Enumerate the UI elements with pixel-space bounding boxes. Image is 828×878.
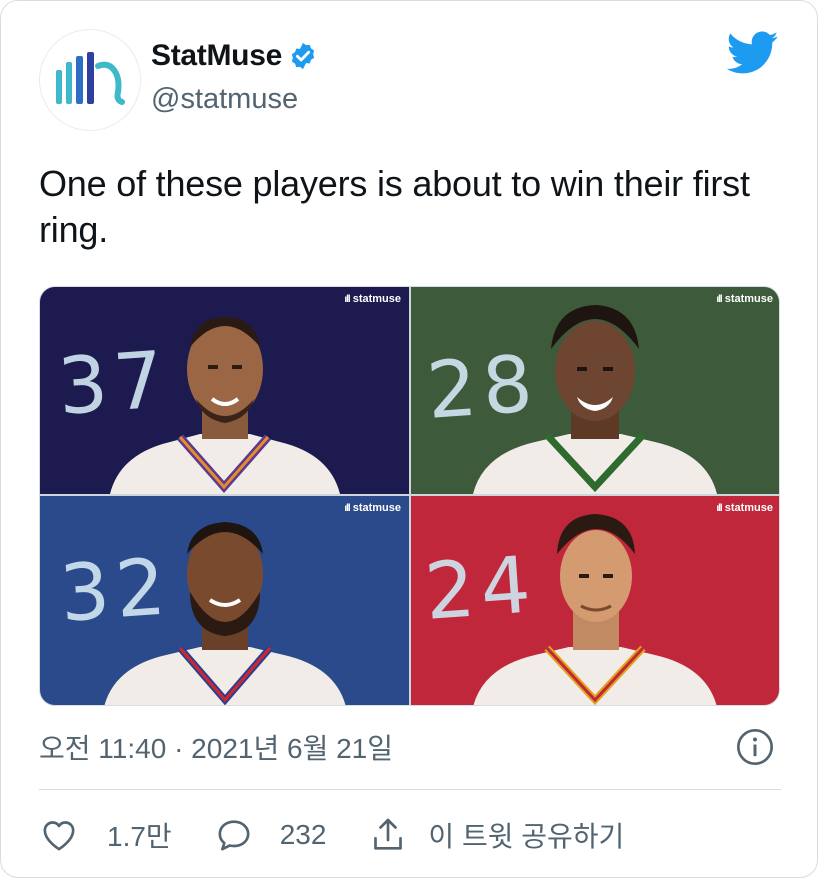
- statmuse-mini-logo-icon: ıll: [344, 293, 350, 305]
- statmuse-watermark: ıll statmuse: [344, 502, 401, 514]
- handwritten-number: 24: [421, 540, 540, 638]
- media-panel-1[interactable]: ıll statmuse 37: [40, 287, 409, 494]
- watermark-text: statmuse: [352, 502, 401, 514]
- media-panel-4[interactable]: ıll statmuse 24: [411, 496, 779, 705]
- handwritten-number: 28: [423, 339, 542, 437]
- twitter-bird-icon[interactable]: [727, 31, 779, 75]
- statmuse-mini-logo-icon: ıll: [716, 502, 722, 514]
- statmuse-watermark: ıll statmuse: [716, 502, 773, 514]
- author-handle[interactable]: @statmuse: [151, 83, 298, 116]
- tweet-card: StatMuse @statmuse One of these players …: [0, 0, 818, 878]
- media-panel-3[interactable]: ıll statmuse 32: [40, 496, 409, 705]
- watermark-text: statmuse: [724, 293, 773, 305]
- share-label: 이 트윗 공유하기: [428, 821, 625, 852]
- author-name-row: StatMuse: [151, 39, 318, 73]
- handwritten-number: 32: [56, 542, 175, 640]
- heart-icon: [43, 821, 75, 851]
- like-button[interactable]: 1.7만: [39, 815, 172, 855]
- statmuse-watermark: ıll statmuse: [344, 293, 401, 305]
- avatar[interactable]: [39, 29, 141, 131]
- statmuse-mini-logo-icon: ıll: [344, 502, 350, 514]
- verified-badge-icon: [291, 42, 315, 70]
- reply-bubble-icon: [218, 820, 250, 851]
- handwritten-number: 37: [54, 335, 173, 433]
- share-icon: [374, 818, 403, 850]
- reply-count: 232: [279, 819, 327, 850]
- info-icon[interactable]: [735, 727, 775, 767]
- tweet-timestamp[interactable]: 오전 11:40 · 2021년 6월 21일: [39, 727, 393, 767]
- statmuse-logo-icon: [56, 52, 125, 105]
- share-button[interactable]: 이 트윗 공유하기: [368, 815, 624, 855]
- reply-button[interactable]: 232: [214, 815, 327, 855]
- statmuse-mini-logo-icon: ıll: [716, 293, 722, 305]
- watermark-text: statmuse: [724, 502, 773, 514]
- statmuse-watermark: ıll statmuse: [716, 293, 773, 305]
- tweet-actions: 1.7만 232 이 트윗 공유하기: [39, 807, 666, 863]
- media-panel-2[interactable]: ıll statmuse 28: [411, 287, 779, 494]
- tweet-text: One of these players is about to win the…: [39, 163, 750, 250]
- display-name[interactable]: StatMuse: [151, 39, 282, 73]
- watermark-text: statmuse: [352, 293, 401, 305]
- tweet-media-grid[interactable]: ıll statmuse 37 ıll statmuse 28 ıll stat…: [39, 286, 780, 706]
- divider: [39, 789, 781, 790]
- like-count: 1.7만: [107, 821, 172, 852]
